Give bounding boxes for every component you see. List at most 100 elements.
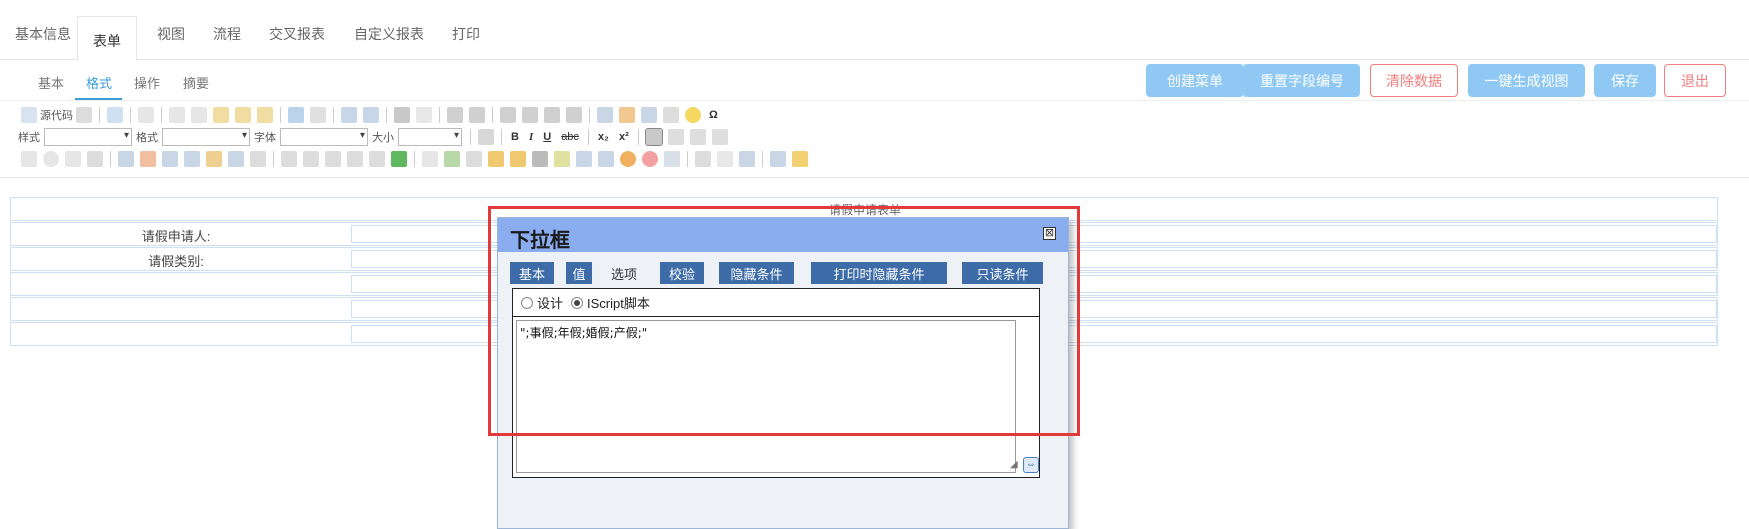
tab-custom-report[interactable]: 自定义报表 — [354, 24, 424, 44]
textarea-control-icon[interactable] — [87, 151, 103, 167]
font-select[interactable] — [280, 128, 368, 146]
format-select[interactable] — [162, 128, 250, 146]
tree-control-icon[interactable] — [206, 151, 222, 167]
source-code-icon[interactable] — [21, 107, 37, 123]
radio-control-icon[interactable] — [43, 151, 59, 167]
attachment-control-icon[interactable] — [369, 151, 385, 167]
paste-icon[interactable] — [213, 107, 229, 123]
map-icon[interactable] — [488, 151, 504, 167]
department-control-icon[interactable] — [184, 151, 200, 167]
word-icon[interactable] — [576, 151, 592, 167]
picture-control-icon[interactable] — [444, 151, 460, 167]
bullet-list-icon[interactable] — [469, 107, 485, 123]
save-button[interactable]: 保存 — [1594, 64, 1656, 97]
div-icon[interactable] — [566, 107, 582, 123]
tab-flow[interactable]: 流程 — [213, 24, 241, 44]
generate-view-button[interactable]: 一键生成视图 — [1468, 64, 1585, 97]
tab-control-icon[interactable] — [325, 151, 341, 167]
undo-icon[interactable] — [288, 107, 304, 123]
reset-field-number-button[interactable]: 重置字段编号 — [1244, 64, 1360, 97]
subscript-icon[interactable]: x₂ — [598, 131, 609, 143]
source-code-label[interactable]: 源代码 — [40, 107, 73, 123]
anchor-icon[interactable] — [739, 151, 755, 167]
preview-icon[interactable] — [107, 107, 123, 123]
bold-icon[interactable]: B — [511, 131, 519, 143]
checkbox-control-icon[interactable] — [21, 151, 37, 167]
subtab-active-indicator — [75, 98, 122, 100]
camera-icon[interactable] — [466, 151, 482, 167]
button-control-icon[interactable] — [250, 151, 266, 167]
paste-word-icon[interactable] — [257, 107, 273, 123]
paste-text-icon[interactable] — [235, 107, 251, 123]
blockquote-icon[interactable] — [544, 107, 560, 123]
align-justify-icon[interactable] — [711, 129, 728, 145]
style-select[interactable] — [44, 128, 132, 146]
hidden-field-icon[interactable] — [281, 151, 297, 167]
unlink-icon[interactable] — [717, 151, 733, 167]
select-all-icon[interactable] — [394, 107, 410, 123]
stop-icon[interactable] — [642, 151, 658, 167]
horizontal-rule-icon[interactable] — [663, 107, 679, 123]
applicant-label: 请假申请人: — [141, 229, 211, 244]
textfield-control-icon[interactable] — [65, 151, 81, 167]
indent-icon[interactable] — [522, 107, 538, 123]
tab-view[interactable]: 视图 — [157, 24, 185, 44]
excel-control-icon[interactable] — [391, 151, 407, 167]
signature-icon[interactable] — [554, 151, 570, 167]
tab-cross-report[interactable]: 交叉报表 — [269, 24, 325, 44]
date-control-icon[interactable] — [140, 151, 156, 167]
replace-icon[interactable] — [363, 107, 379, 123]
numbered-list-icon[interactable] — [447, 107, 463, 123]
form-control-icon[interactable] — [118, 151, 134, 167]
link-icon[interactable] — [695, 151, 711, 167]
expand-editor-icon[interactable]: ⇔ — [1023, 457, 1039, 473]
text-color-icon[interactable] — [770, 151, 786, 167]
tab-form[interactable]: 表单 — [77, 16, 137, 61]
weixin-icon[interactable] — [598, 151, 614, 167]
eraser-icon[interactable] — [416, 107, 432, 123]
user-control-icon[interactable] — [162, 151, 178, 167]
resize-grip-icon[interactable]: ◢ — [1010, 459, 1018, 470]
tab-print[interactable]: 打印 — [452, 24, 480, 44]
subtab-format[interactable]: 格式 — [86, 73, 112, 92]
table-icon[interactable] — [641, 107, 657, 123]
template-icon[interactable] — [138, 107, 154, 123]
subtab-basic[interactable]: 基本 — [38, 73, 64, 92]
image-icon[interactable] — [597, 107, 613, 123]
chart-icon[interactable] — [620, 151, 636, 167]
align-center-icon[interactable] — [667, 129, 684, 145]
find-icon[interactable] — [341, 107, 357, 123]
suggest-control-icon[interactable] — [228, 151, 244, 167]
subtab-operation[interactable]: 操作 — [134, 73, 160, 92]
mic-icon[interactable] — [510, 151, 526, 167]
size-select[interactable] — [398, 128, 462, 146]
copy-icon[interactable] — [191, 107, 207, 123]
smiley-icon[interactable] — [685, 107, 701, 123]
show-blocks-icon[interactable] — [478, 129, 494, 145]
tab-basic-info[interactable]: 基本信息 — [15, 24, 71, 44]
cut-icon[interactable] — [169, 107, 185, 123]
superscript-icon[interactable]: x² — [619, 131, 629, 143]
format-label: 格式 — [136, 132, 158, 144]
create-menu-button[interactable]: 创建菜单 — [1146, 64, 1244, 97]
background-color-icon[interactable] — [792, 151, 808, 167]
view-control-icon[interactable] — [347, 151, 363, 167]
strikethrough-icon[interactable]: abc — [561, 131, 579, 143]
clear-data-button[interactable]: 清除数据 — [1370, 64, 1458, 97]
subtab-summary[interactable]: 摘要 — [183, 73, 209, 92]
outdent-icon[interactable] — [500, 107, 516, 123]
redo-icon[interactable] — [310, 107, 326, 123]
qrcode-icon[interactable] — [532, 151, 548, 167]
exit-button[interactable]: 退出 — [1664, 64, 1726, 97]
flash-icon[interactable] — [619, 107, 635, 123]
font-label: 字体 — [254, 132, 276, 144]
italic-icon[interactable]: I — [529, 131, 533, 143]
align-right-icon[interactable] — [689, 129, 706, 145]
include-icon[interactable] — [303, 151, 319, 167]
mobile-icon[interactable] — [664, 151, 680, 167]
underline-icon[interactable]: U — [543, 131, 551, 143]
align-left-icon[interactable] — [644, 128, 663, 146]
pencil-icon[interactable] — [422, 151, 438, 167]
save-doc-icon[interactable] — [76, 107, 92, 123]
special-char-icon[interactable]: Ω — [709, 109, 718, 121]
